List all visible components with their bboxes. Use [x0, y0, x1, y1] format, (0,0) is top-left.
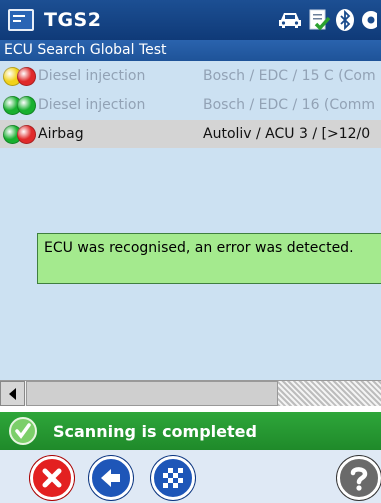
ecu-row-diesel-15c[interactable]: Diesel injection Bosch / EDC / 15 C (Com	[0, 62, 381, 90]
status-icons	[277, 8, 380, 36]
scroll-left-button[interactable]	[0, 381, 25, 406]
status-bar: Scanning is completed	[0, 412, 381, 450]
ecu-detail: Autoliv / ACU 3 / [>12/0	[203, 126, 371, 142]
document-check-icon[interactable]	[307, 8, 331, 36]
result-message: ECU was recognised, an error was detecte…	[37, 233, 381, 284]
help-button[interactable]	[337, 456, 381, 500]
horizontal-scrollbar[interactable]	[0, 380, 381, 406]
ecu-list: Diesel injection Bosch / EDC / 15 C (Com…	[0, 61, 381, 380]
red-lamp-icon	[17, 67, 36, 86]
red-lamp-icon	[17, 125, 36, 144]
title-bar: TGS2	[0, 0, 381, 40]
car-icon[interactable]	[277, 9, 303, 35]
settings-icon[interactable]	[359, 8, 380, 36]
app-icon[interactable]	[8, 9, 34, 31]
back-button[interactable]	[89, 456, 133, 500]
ecu-detail: Bosch / EDC / 15 C (Com	[203, 68, 376, 84]
check-icon	[9, 417, 37, 445]
page-subtitle: ECU Search Global Test	[0, 40, 381, 61]
ecu-name: Airbag	[38, 126, 84, 142]
help-icon	[350, 467, 368, 491]
scroll-track[interactable]	[278, 381, 381, 406]
finish-button[interactable]	[151, 456, 195, 500]
green-lamp-icon	[17, 96, 36, 115]
checkered-flag-icon	[163, 468, 183, 488]
ecu-name: Diesel injection	[38, 97, 146, 113]
status-text: Scanning is completed	[53, 421, 257, 441]
ecu-name: Diesel injection	[38, 68, 146, 84]
cancel-button[interactable]	[30, 456, 74, 500]
scroll-thumb[interactable]	[26, 381, 278, 406]
ecu-row-diesel-16[interactable]: Diesel injection Bosch / EDC / 16 (Comm	[0, 91, 381, 119]
ecu-detail: Bosch / EDC / 16 (Comm	[203, 97, 376, 113]
app-title: TGS2	[44, 9, 102, 31]
ecu-row-airbag[interactable]: Airbag Autoliv / ACU 3 / [>12/0	[0, 120, 381, 148]
cancel-icon	[42, 468, 62, 488]
bluetooth-icon[interactable]	[335, 8, 355, 36]
bottom-toolbar	[0, 450, 381, 503]
back-arrow-icon	[101, 469, 120, 487]
